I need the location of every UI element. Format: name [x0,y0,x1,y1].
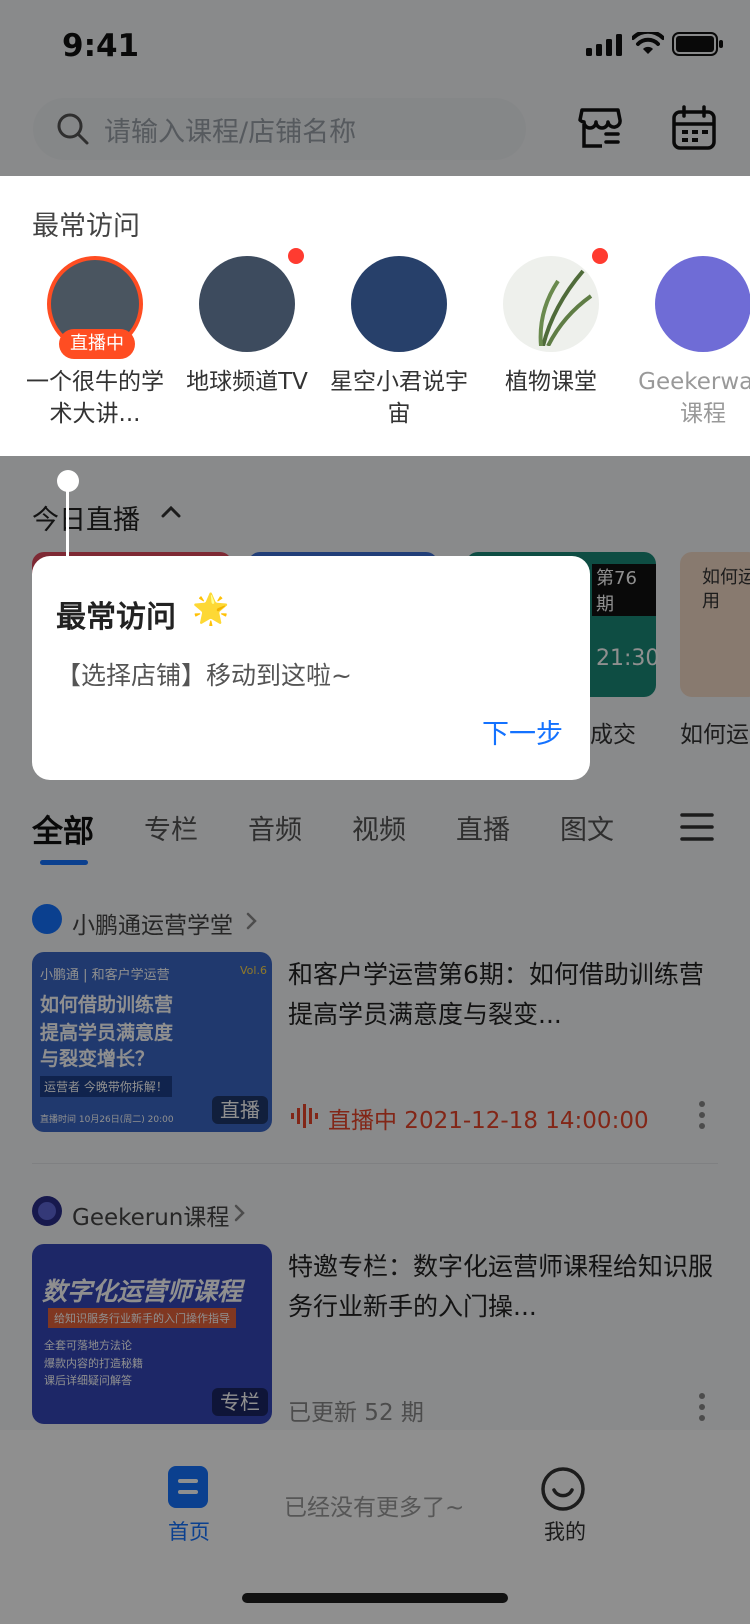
search-placeholder: 请输入课程/店铺名称 [104,117,357,148]
search-icon [57,113,89,145]
tab-audio[interactable]: 音频 [248,808,302,847]
today-live-title: 今日直播 [32,505,140,536]
shop-avatar [32,1196,62,1226]
calendar-icon[interactable] [670,104,718,152]
thumb-vol: Vol.6 [240,964,267,977]
tab-article[interactable]: 图文 [560,808,614,847]
shop-avatar [351,256,447,352]
shop-avatar [199,256,295,352]
thumb-headline-2: 提高学员满意度 [40,1022,174,1044]
thumb-top-text: 小鹏通 | 和客户学运营 [40,968,170,983]
course-title[interactable]: 特邀专栏：数字化运营师课程给知识服务行业新手的入门操... [288,1247,713,1327]
content-type-badge: 专栏 [212,1388,268,1416]
tooltip-body: 【选择店铺】移动到这啦~ [56,661,352,690]
thumb-bullet-3: 课后详细疑问解答 [44,1374,132,1387]
nav-profile-label[interactable]: 我的 [544,1516,586,1546]
shop-avatar [32,904,62,934]
tab-column[interactable]: 专栏 [144,808,198,847]
favorite-shop[interactable]: 星空小君说宇宙 [324,256,474,430]
live-status-meta: 直播中 2021-12-18 14:00:00 [328,1108,649,1134]
home-indicator [242,1593,508,1603]
live-badge: 直播中 [59,329,135,359]
thumb-headline: 数字化运营师课程 [42,1277,243,1306]
tab-video[interactable]: 视频 [352,808,406,847]
shop-avatar [503,256,599,352]
tooltip-pointer [66,480,69,560]
unread-dot [592,248,608,264]
live-card-time: 21:30 [596,646,660,671]
shop-name[interactable]: Geekerun课程 [72,1198,229,1232]
course-title[interactable]: 和客户学运营第6期：如何借助训练营提高学员满意度与裂变... [288,955,713,1035]
wifi-icon [632,32,664,54]
thumb-sub: 运营者 今晚带你拆解！ [40,1076,172,1097]
favorite-shop[interactable]: Geekerwan课程 [628,256,750,430]
course-thumbnail[interactable]: 数字化运营师课程 给知识服务行业新手的入门操作指导 全套可落地方法论 爆款内容的… [32,1244,272,1424]
favorite-shop-label: 植物课堂 [505,369,597,395]
nav-home-label[interactable]: 首页 [168,1516,210,1546]
live-wave-icon [291,1104,318,1128]
onboarding-tooltip: 最常访问 🌟 【选择店铺】移动到这啦~ 下一步 [32,556,590,780]
update-count: 已更新 52 期 [288,1400,424,1426]
tab-all[interactable]: 全部 [32,806,94,851]
thumb-headline-1: 如何借助训练营 [40,994,174,1016]
chevron-up-icon[interactable] [160,505,182,519]
content-type-badge: 直播 [212,1096,268,1124]
end-of-list-text: 已经没有更多了~ [284,1495,465,1521]
status-bar: 9:41 [0,0,750,96]
favorite-shop-label: Geekerwan课程 [638,369,750,427]
store-icon[interactable] [576,104,624,152]
divider [32,1163,718,1164]
more-icon[interactable] [698,1100,706,1130]
status-time: 9:41 [62,28,140,64]
thumb-bullet-1: 全套可落地方法论 [44,1339,132,1352]
star-icon: 🌟 [192,592,230,627]
live-card-episode: 第76期 [592,564,656,616]
chevron-right-icon [234,1204,245,1222]
next-step-button[interactable]: 下一步 [482,712,563,751]
live-card[interactable]: 如何运用 [680,552,750,697]
more-icon[interactable] [698,1392,706,1422]
thumb-headline-3: 与裂变增长？ [40,1048,155,1070]
plant-image [538,269,593,346]
shop-avatar [655,256,750,352]
tab-live[interactable]: 直播 [456,808,510,847]
tab-active-indicator [40,860,88,865]
favorite-shop-label: 一个很牛的学术大讲... [26,369,164,427]
unread-dot [288,248,304,264]
live-card-title: 如何运用 [702,567,750,612]
shop-name[interactable]: 小鹏通运营学堂 [72,906,233,940]
tooltip-title: 最常访问 [56,600,176,635]
home-icon[interactable] [168,1466,208,1508]
live-card-label: 成交 [590,722,636,748]
profile-icon[interactable] [540,1466,586,1512]
menu-icon[interactable] [680,812,714,842]
thumb-time: 直播时间 10月26日(周二) 20:00 [40,1115,174,1125]
battery-icon [672,32,723,56]
favorite-shop[interactable]: 地球频道TV [172,256,322,398]
live-card-label: 如何运 [680,722,749,748]
favorite-shop[interactable]: 植物课堂 [476,256,626,398]
favorite-shop-label: 星空小君说宇宙 [330,369,468,427]
course-thumbnail[interactable]: 小鹏通 | 和客户学运营 Vol.6 如何借助训练营 提高学员满意度 与裂变增长… [32,952,272,1132]
thumb-bullet-2: 爆款内容的打造秘籍 [44,1357,143,1370]
frequent-visits-title: 最常访问 [32,211,140,242]
thumb-sub: 给知识服务行业新手的入门操作指导 [48,1308,236,1328]
favorite-shop-label: 地球频道TV [186,369,308,395]
chevron-right-icon [246,912,257,930]
signal-icon [586,34,622,56]
